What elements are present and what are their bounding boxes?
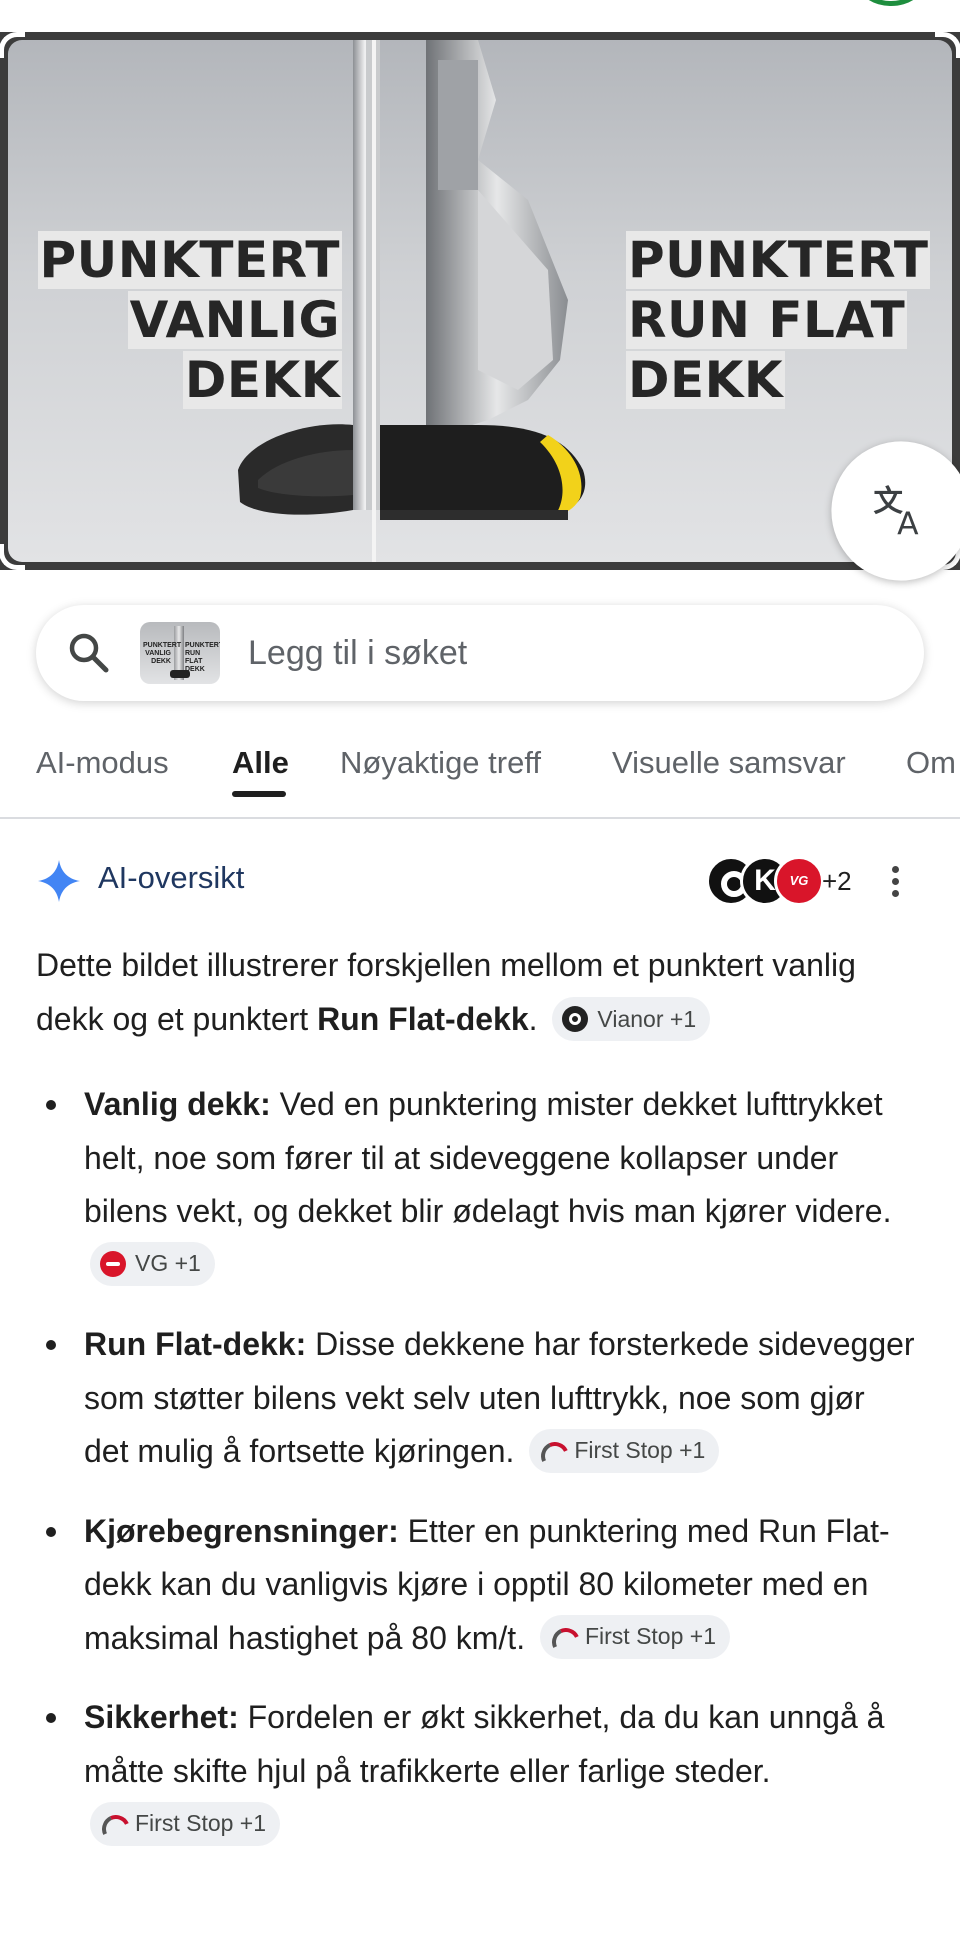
list-item: Vanlig dekk: Ved en punktering mister de… [36, 1078, 916, 1292]
source-chip-label: First Stop +1 [135, 1809, 267, 1836]
hero-right-line-2: RUN FLAT [626, 291, 908, 349]
source-chip-vianor[interactable]: Vianor +1 [552, 996, 711, 1041]
source-chip-label: VG +1 [135, 1250, 201, 1277]
hero-right-line-3: DEKK [626, 351, 786, 409]
hero-right-line-1: PUNKTERT [626, 231, 931, 289]
tab-visual-matches[interactable]: Visuelle samsvar [612, 745, 846, 781]
image-preview-area: PUNKTERT VANLIG DEKK PUNKTERT RUN FLAT D… [0, 32, 960, 581]
more-sources-count[interactable]: +2 [822, 866, 852, 897]
list-item: Run Flat-dekk: Disse dekkene har forster… [36, 1318, 916, 1479]
first-stop-icon [539, 1438, 565, 1464]
translate-icon: 文 A [874, 484, 920, 541]
ai-overview-header: AI-oversikt K VG +2 [36, 852, 924, 908]
source-chip-vg[interactable]: VG +1 [90, 1242, 215, 1287]
source-chip-first-stop[interactable]: First Stop +1 [539, 1615, 730, 1660]
tab-exact-matches[interactable]: Nøyaktige treff [340, 745, 541, 781]
crop-corner-bottom-left[interactable] [0, 544, 25, 570]
hero-left-line-2: VANLIG [127, 291, 342, 349]
thumbnail-right-text: PUNKTERT RUN FLAT DEKK [185, 642, 220, 673]
bullet-heading: Sikkerhet: [84, 1699, 239, 1735]
list-item: Kjørebegrensninger: Etter en punktering … [36, 1505, 916, 1666]
account-avatar-ring[interactable] [858, 0, 924, 6]
bullet-heading: Kjørebegrensninger: [84, 1512, 399, 1549]
first-stop-icon [100, 1811, 126, 1837]
ai-overview-title: AI-oversikt [98, 860, 245, 895]
source-chip-label: First Stop +1 [574, 1436, 706, 1463]
search-tabs: AI-modus Alle Nøyaktige treff Visuelle s… [0, 735, 960, 819]
vg-logo: VG [774, 856, 824, 906]
vianor-icon [562, 1005, 589, 1032]
top-strip [0, 0, 960, 34]
search-bar[interactable]: PUNKTERT VANLIG DEKK PUNKTERT RUN FLAT D… [36, 605, 924, 701]
intro-bold: Run Flat-dekk [317, 1001, 529, 1037]
hero-right-caption: PUNKTERT RUN FLAT DEKK [626, 230, 931, 410]
query-image-thumbnail[interactable]: PUNKTERT VANLIG DEKK PUNKTERT RUN FLAT D… [140, 622, 220, 684]
intro-period: . [528, 1001, 538, 1037]
source-chip-first-stop[interactable]: First Stop +1 [529, 1428, 720, 1473]
list-item: Sikkerhet: Fordelen er økt sikkerhet, da… [36, 1691, 916, 1852]
hero-left-caption: PUNKTERT VANLIG DEKK [37, 230, 342, 410]
more-options-icon[interactable] [892, 866, 900, 898]
tab-all[interactable]: Alle [232, 745, 289, 781]
search-input[interactable]: Legg til i søket [248, 634, 467, 673]
bullet-heading: Run Flat-dekk: [84, 1326, 307, 1362]
translate-button[interactable]: 文 A [831, 441, 960, 581]
search-icon[interactable] [66, 630, 112, 676]
tab-about[interactable]: Om [906, 745, 956, 781]
source-chip-label: Vianor +1 [597, 1005, 697, 1032]
source-chip-first-stop[interactable]: First Stop +1 [90, 1801, 281, 1846]
bullet-heading: Vanlig dekk: [84, 1086, 271, 1122]
hero-left-line-3: DEKK [182, 351, 342, 409]
vg-icon [100, 1251, 126, 1278]
crop-corner-top-left[interactable] [0, 32, 25, 58]
tab-ai-mode[interactable]: AI-modus [36, 745, 169, 781]
active-tab-indicator [232, 791, 286, 797]
crop-corner-top-right[interactable] [935, 32, 960, 58]
thumbnail-left-text: PUNKTERT VANLIG DEKK [143, 642, 182, 665]
source-chip-label: First Stop +1 [584, 1623, 716, 1650]
first-stop-icon [550, 1624, 576, 1650]
ai-overview-intro: Dette bildet illustrerer forskjellen mel… [36, 938, 916, 1046]
ai-overview-bullets: Vanlig dekk: Ved en punktering mister de… [36, 1078, 916, 1878]
svg-text:A: A [897, 507, 919, 541]
query-image[interactable]: PUNKTERT VANLIG DEKK PUNKTERT RUN FLAT D… [8, 40, 952, 562]
hero-left-line-1: PUNKTERT [37, 231, 342, 289]
sparkle-icon [38, 860, 80, 902]
